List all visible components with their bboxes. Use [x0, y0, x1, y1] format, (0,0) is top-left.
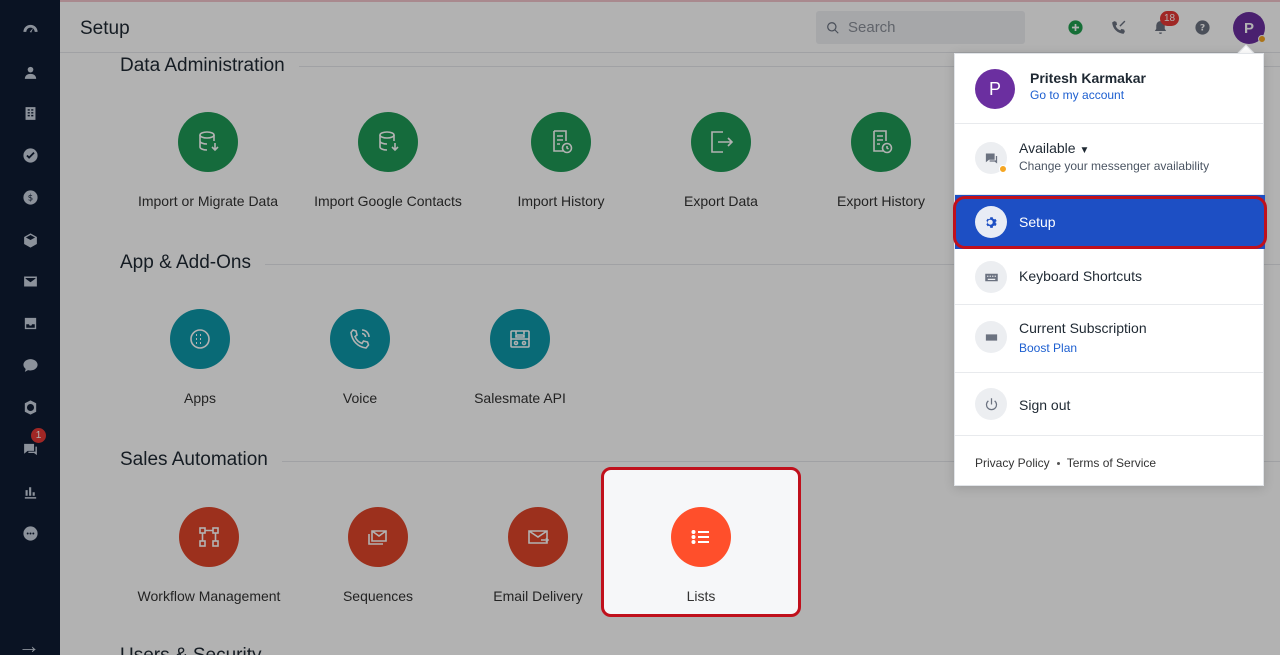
workflow-icon	[179, 507, 239, 567]
inbox-icon[interactable]	[18, 311, 42, 335]
privacy-policy-link[interactable]: Privacy Policy	[975, 456, 1050, 470]
user-avatar-large: P	[975, 69, 1015, 109]
top-bar: Setup 18 ? P	[60, 0, 1280, 53]
tile-voice[interactable]: Voice	[275, 309, 445, 406]
notifications-badge: 18	[1160, 11, 1180, 26]
more-icon[interactable]	[18, 521, 42, 545]
tile-apps[interactable]: Apps	[115, 309, 285, 406]
list-icon	[671, 507, 731, 567]
sequences-mail-icon	[348, 507, 408, 567]
caret-down-icon: ▼	[1079, 145, 1090, 156]
tile-import-migrate-data[interactable]: Import or Migrate Data	[123, 112, 293, 209]
history-document-icon	[851, 112, 911, 172]
tile-sequences[interactable]: Sequences	[293, 507, 463, 604]
search-input[interactable]	[848, 19, 1008, 36]
add-icon[interactable]	[1065, 17, 1085, 37]
database-import-icon	[358, 112, 418, 172]
tasks-icon[interactable]	[18, 143, 42, 167]
tile-email-delivery[interactable]: Email Delivery	[453, 507, 623, 604]
menu-item-keyboard-shortcuts[interactable]: Keyboard Shortcuts	[955, 249, 1263, 305]
email-delivery-icon	[508, 507, 568, 567]
deals-icon[interactable]: $	[18, 185, 42, 209]
status-dot	[1258, 35, 1266, 43]
section-title-data-administration: Data Administration	[120, 55, 299, 77]
apps-grid-icon	[170, 309, 230, 369]
menu-item-sign-out[interactable]: Sign out	[955, 373, 1263, 436]
automation-icon[interactable]	[18, 395, 42, 419]
keyboard-icon	[975, 261, 1007, 293]
availability-subtitle: Change your messenger availability	[1019, 159, 1210, 173]
dashboard-icon[interactable]	[18, 18, 42, 42]
user-name: Pritesh Karmakar	[1030, 70, 1146, 86]
tile-import-google-contacts[interactable]: Import Google Contacts	[303, 112, 473, 209]
search-icon	[827, 21, 839, 34]
search-box[interactable]	[816, 11, 1025, 44]
api-icon	[490, 309, 550, 369]
messenger-icon[interactable]	[18, 353, 42, 377]
export-icon	[691, 112, 751, 172]
chat-badge: 1	[31, 428, 46, 443]
terms-of-service-link[interactable]: Terms of Service	[1067, 456, 1156, 470]
history-document-icon	[531, 112, 591, 172]
tile-lists[interactable]: Lists	[601, 467, 801, 617]
section-title-apps: App & Add-Ons	[120, 252, 265, 274]
dropdown-footer: Privacy Policy Terms of Service	[975, 456, 1156, 470]
power-icon	[975, 388, 1007, 420]
database-import-icon	[178, 112, 238, 172]
tile-salesmate-api[interactable]: Salesmate API	[435, 309, 605, 406]
help-icon[interactable]: ?	[1192, 17, 1212, 37]
menu-item-current-subscription[interactable]: Current Subscription Boost Plan	[955, 305, 1263, 373]
go-to-account-link[interactable]: Go to my account	[1030, 88, 1124, 102]
reports-icon[interactable]	[18, 479, 42, 503]
companies-icon[interactable]	[18, 101, 42, 125]
email-icon[interactable]	[18, 269, 42, 293]
availability-row[interactable]: Available ▼ Change your messenger availa…	[955, 124, 1263, 195]
section-title-users-security: Users & Security	[120, 645, 261, 655]
products-icon[interactable]	[18, 228, 42, 252]
availability-label[interactable]: Available ▼	[1019, 140, 1089, 156]
notifications-bell-icon[interactable]: 18	[1150, 11, 1180, 37]
user-menu-dropdown: P Pritesh Karmakar Go to my account Avai…	[953, 53, 1267, 486]
section-title-sales-automation: Sales Automation	[120, 449, 282, 471]
expand-arrow-icon[interactable]: →	[18, 634, 42, 655]
user-profile-row: P Pritesh Karmakar Go to my account	[955, 54, 1263, 124]
left-nav-rail: $ 1 →	[0, 0, 60, 655]
setup-highlight-ring	[953, 196, 1267, 249]
user-avatar[interactable]: P	[1233, 12, 1266, 44]
messenger-status-icon	[975, 142, 1007, 174]
tile-export-data[interactable]: Export Data	[636, 112, 806, 209]
dialer-icon[interactable]	[1108, 17, 1128, 37]
tile-export-history[interactable]: Export History	[796, 112, 966, 209]
tile-import-history[interactable]: Import History	[476, 112, 646, 209]
boost-plan-link[interactable]: Boost Plan	[1019, 341, 1077, 355]
phone-call-icon	[330, 309, 390, 369]
team-chat-icon[interactable]: 1	[18, 428, 46, 461]
svg-text:?: ?	[1199, 22, 1204, 33]
page-title: Setup	[80, 18, 130, 39]
svg-text:$: $	[27, 193, 32, 203]
separator-dot	[1056, 462, 1060, 466]
subscription-icon	[975, 321, 1007, 353]
availability-dot	[999, 165, 1007, 173]
tile-workflow-management[interactable]: Workflow Management	[124, 507, 294, 604]
contacts-icon[interactable]	[18, 60, 42, 84]
